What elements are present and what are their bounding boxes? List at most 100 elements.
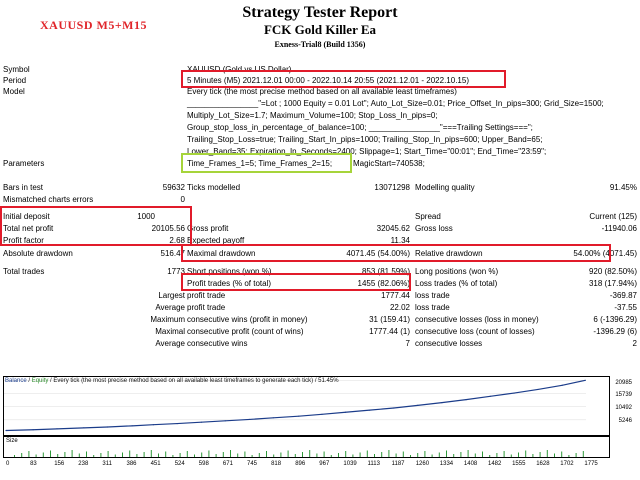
data-point (465, 398, 467, 401)
data-point (131, 425, 133, 427)
x-tick: 386 (126, 461, 137, 467)
size-bar (57, 454, 59, 457)
data-point (32, 429, 34, 431)
size-chart (3, 436, 610, 458)
drawdown-highlight (181, 244, 611, 262)
largest-profit-label: profit trade (187, 291, 226, 300)
size-bar (50, 450, 51, 457)
average-label: Average (155, 303, 185, 312)
size-bar (215, 454, 217, 457)
data-point (176, 422, 178, 425)
balance-chart-svg (4, 379, 586, 432)
size-bar (114, 454, 116, 457)
report-title: Strategy Tester Report (242, 4, 398, 21)
x-tick: 1775 (584, 461, 598, 467)
mismatch-label: Mismatched charts errors (3, 195, 94, 204)
avg-losses-value: 2 (632, 339, 637, 348)
maximal-profit-value: 1777.44 (1) (369, 327, 410, 336)
size-bar (532, 454, 534, 457)
absdd-label: Absolute drawdown (3, 249, 73, 258)
size-chart-svg (14, 450, 584, 457)
data-point (369, 409, 371, 411)
size-bar (582, 451, 584, 457)
size-bar (374, 454, 375, 457)
chart-legend: Balance / Equity / Every tick (the most … (5, 378, 339, 384)
x-tick: 967 (319, 461, 330, 467)
losstrades-label: Loss trades (% of total) (415, 279, 498, 288)
data-point (200, 421, 203, 423)
data-point (393, 407, 395, 409)
size-bar (302, 452, 303, 457)
x-tick: 1482 (488, 461, 502, 467)
mismatch-value: 0 (180, 195, 185, 204)
x-tick: 745 (247, 461, 258, 467)
size-bar (316, 453, 318, 457)
size-bar (330, 455, 332, 457)
x-tick: 451 (150, 461, 161, 467)
size-bar (107, 451, 109, 457)
largest-label: Largest (158, 291, 185, 300)
size-bar (503, 451, 505, 457)
profittrades-highlight (181, 273, 411, 291)
size-bar (42, 452, 44, 457)
maximal-label: Maximal (155, 327, 185, 336)
y-tick: 5246 (618, 418, 632, 424)
x-tick: 1039 (343, 461, 357, 467)
data-point (513, 392, 515, 394)
size-bar (424, 451, 426, 457)
average-profit-value: 22.02 (389, 303, 410, 312)
parameters-tail: MagicStart=740538; (353, 159, 425, 168)
largest-profit-value: 1777.44 (381, 291, 410, 300)
long-value: 920 (82.50%) (588, 267, 637, 276)
max-wins-label: consecutive wins (profit in money) (187, 315, 308, 324)
size-bar (575, 453, 577, 457)
param-line-3: Group_stop_loss_in_percentage_of_balance… (187, 123, 533, 132)
trades-label: Total trades (3, 267, 45, 276)
data-point (417, 404, 419, 406)
x-tick: 1260 (415, 461, 430, 467)
period-highlight (181, 70, 506, 88)
long-label: Long positions (won %) (415, 267, 499, 276)
size-bar (489, 455, 491, 457)
size-bar (35, 454, 37, 457)
x-tick: 1555 (512, 461, 526, 467)
size-bar (474, 453, 476, 457)
x-tick: 524 (174, 461, 185, 467)
data-point (224, 420, 226, 422)
account-build: Exness-Trial8 (Build 1356) (274, 40, 366, 49)
param-line-4: Trailing_Stop_Loss=true; Trailing_Start_… (187, 135, 543, 144)
size-bar (460, 452, 462, 457)
size-bar (359, 452, 361, 457)
maximal-profit-label: consecutive profit (count of wins) (187, 327, 304, 336)
y-tick: 15739 (615, 392, 632, 398)
size-bar (431, 454, 433, 457)
legend-rest: / Every tick (the most precise method ba… (48, 378, 339, 384)
size-bar (561, 451, 563, 457)
size-label: Size (6, 438, 18, 444)
largest-loss-value: -369.87 (609, 291, 637, 300)
maximal-loss-value: -1396.29 (6) (593, 327, 637, 336)
parameters-label: Parameters (3, 159, 45, 168)
data-point (561, 384, 563, 386)
size-bar (172, 455, 174, 457)
size-bar (201, 452, 203, 457)
size-bar (546, 450, 548, 457)
data-point (248, 418, 251, 421)
max-losses-value: 6 (-1396.29) (593, 315, 637, 324)
max-losses-label: consecutive losses (loss in money) (415, 315, 539, 324)
size-bar (388, 450, 390, 457)
x-tick: 896 (295, 461, 306, 467)
size-bar (64, 452, 66, 457)
quality-label: Modelling quality (415, 183, 475, 192)
data-point (5, 429, 7, 432)
size-bar (309, 450, 311, 457)
series-line (5, 379, 586, 432)
size-bar (410, 455, 411, 457)
param-line-2: Multiply_Lot_Size=1.7; Maximum_Volume=10… (187, 111, 438, 120)
size-bar (136, 454, 138, 457)
avg-wins-value: 7 (405, 339, 410, 348)
x-tick: 1113 (367, 461, 380, 467)
size-bar (78, 453, 80, 457)
x-tick: 1628 (536, 461, 550, 467)
legend-balance: Balance (5, 378, 27, 384)
